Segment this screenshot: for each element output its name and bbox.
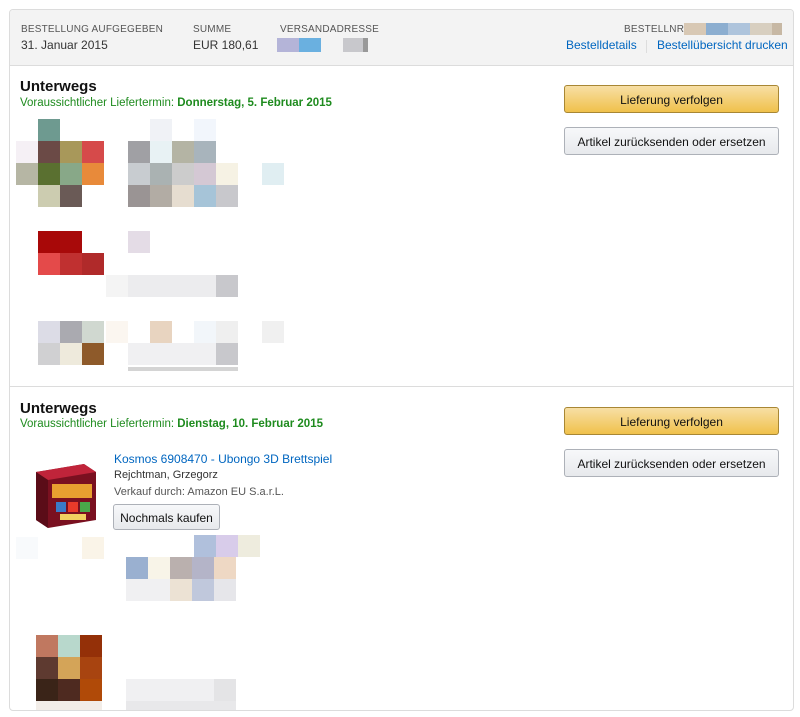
order-total-value: EUR 180,61 <box>193 38 259 52</box>
ship-to-label: Versandadresse <box>280 24 379 35</box>
shipment-1-status: Unterwegs <box>20 78 97 95</box>
order-total-label: Summe <box>193 24 232 35</box>
order-card: Bestellung aufgegeben 31. Januar 2015 Su… <box>9 9 794 711</box>
buy-again-button[interactable]: Nochmals kaufen <box>113 504 220 530</box>
shipment-2-status: Unterwegs <box>20 400 97 417</box>
product-seller: Verkauf durch: Amazon EU S.a.r.L. <box>114 486 284 498</box>
shipment-2-eta: Voraussichtlicher Liefertermin: Dienstag… <box>20 418 323 430</box>
product-author: Rejchtman, Grzegorz <box>114 469 218 481</box>
eta-prefix: Voraussichtlicher Liefertermin: <box>20 97 175 109</box>
eta-prefix: Voraussichtlicher Liefertermin: <box>20 418 175 430</box>
product-title-link[interactable]: Kosmos 6908470 - Ubongo 3D Brettspiel <box>114 452 332 466</box>
shipment-2-items-redacted <box>10 535 310 710</box>
eta-date: Dienstag, 10. Februar 2015 <box>177 418 323 430</box>
ship-to-name-redacted[interactable] <box>277 38 373 52</box>
return-shipment-1-button[interactable]: Artikel zurücksenden oder ersetzen <box>564 127 779 155</box>
product-image[interactable] <box>30 458 102 530</box>
track-shipment-1-button[interactable]: Lieferung verfolgen <box>564 85 779 113</box>
order-details-link[interactable]: Bestelldetails <box>566 38 637 52</box>
shipment-divider <box>10 386 793 387</box>
link-divider <box>646 40 647 53</box>
shipment-1-items-redacted <box>10 115 310 375</box>
eta-date: Donnerstag, 5. Februar 2015 <box>177 97 332 109</box>
print-order-link[interactable]: Bestellübersicht drucken <box>657 38 788 52</box>
order-number-redacted <box>684 23 784 35</box>
order-header: Bestellung aufgegeben 31. Januar 2015 Su… <box>10 10 793 66</box>
shipment-1-eta: Voraussichtlicher Liefertermin: Donnerst… <box>20 97 332 109</box>
track-shipment-2-button[interactable]: Lieferung verfolgen <box>564 407 779 435</box>
order-number-label: Bestellnr. <box>624 24 688 35</box>
return-shipment-2-button[interactable]: Artikel zurücksenden oder ersetzen <box>564 449 779 477</box>
order-placed-label: Bestellung aufgegeben <box>21 24 164 35</box>
order-placed-date: 31. Januar 2015 <box>21 38 108 52</box>
